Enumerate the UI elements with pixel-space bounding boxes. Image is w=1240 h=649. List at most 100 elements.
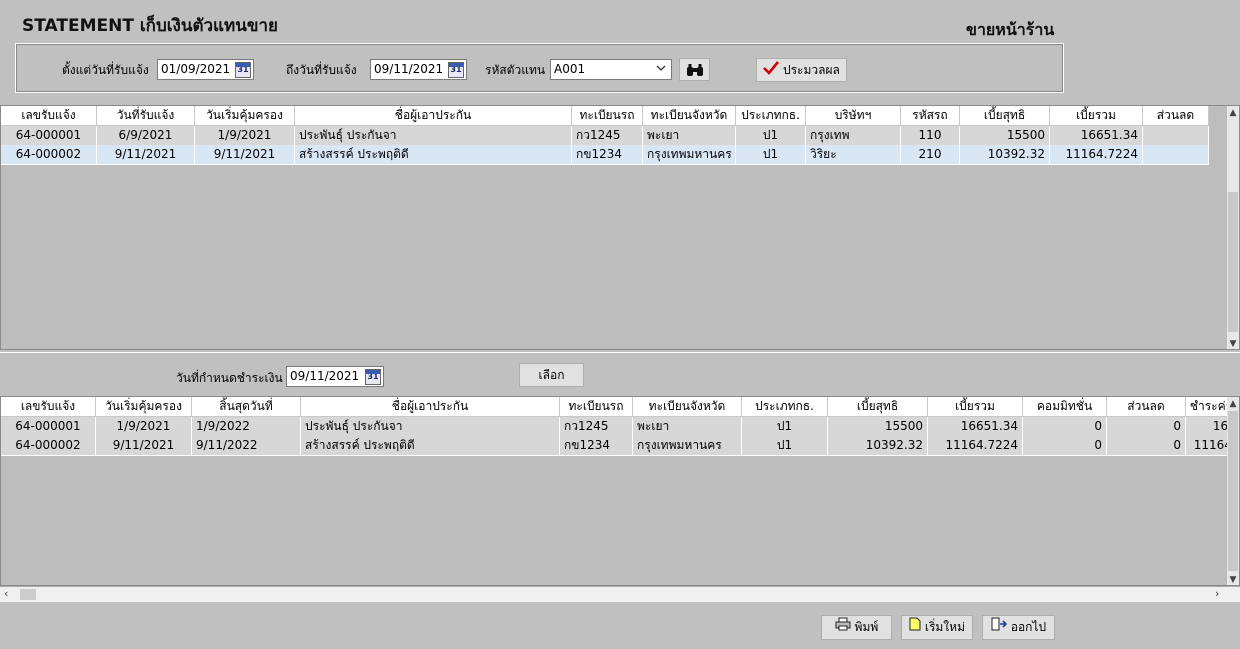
column-header[interactable]: เบี้ยรวม [1050,106,1143,126]
table-cell: 10392.32 [828,436,928,456]
due-date-value: 09/11/2021 [290,369,360,383]
vertical-scrollbar[interactable]: ▲ ▼ [1227,397,1239,585]
from-date-value: 01/09/2021 [161,62,231,76]
agent-code-label: รหัสตัวแทน [485,63,546,77]
exit-door-icon [991,616,1008,639]
table-cell: 11164.7224 [928,436,1023,456]
table-row[interactable]: 64-000001 1/9/2021 1/9/2022 ประพันธุ์ ประกั… [1,417,1239,437]
table-cell: สร้างสรรค์ ประพฤติดี [295,145,572,165]
vertical-scrollbar[interactable]: ▲ ▼ [1227,106,1239,349]
scroll-thumb[interactable] [1228,192,1238,332]
process-button[interactable]: ประมวลผล [756,58,847,82]
notification-grid[interactable]: เลขรับแจ้ง วันที่รับแจ้ง วันเริ่มคุ้มครองช… [0,105,1240,350]
chevron-down-icon[interactable] [653,62,669,77]
checkmark-icon [763,60,780,82]
agent-code-combo[interactable]: A001 [550,59,672,80]
table-cell: 10392.32 [960,145,1050,165]
column-header[interactable]: บริษัทฯ [806,106,901,126]
calendar-icon[interactable]: 31 [365,369,381,385]
due-date-label: วันที่กำหนดชำระเงิน [176,371,283,385]
table-cell: กว1245 [572,126,643,146]
column-header[interactable]: เลขรับแจ้ง [1,106,97,126]
column-header[interactable]: ประเภทกธ. [742,397,828,417]
chevron-down-icon[interactable]: ▼ [1227,337,1239,349]
column-header[interactable]: ส่วนลด [1107,397,1186,417]
table-cell: ประพันธุ์ ประกันจา [295,126,572,146]
to-date-field[interactable]: 09/11/2021 31 [370,59,467,80]
table-cell: 11164.7224 [1050,145,1143,165]
printer-icon [835,616,851,639]
column-header[interactable]: ทะเบียนจังหวัด [643,106,736,126]
from-date-field[interactable]: 01/09/2021 31 [157,59,254,80]
chevron-up-icon[interactable]: ▲ [1227,106,1239,120]
column-header[interactable]: สิ้นสุดวันที่ [192,397,301,417]
binoculars-icon [686,64,704,80]
from-date-label: ตั้งแต่วันที่รับแจ้ง [62,63,149,77]
exit-label: ออกไป [1010,620,1047,634]
exit-button[interactable]: ออกไป [982,615,1055,640]
chevron-left-icon[interactable]: ‹ [4,587,8,600]
column-header[interactable]: วันเริ่มคุ้มครอง [96,397,192,417]
column-header[interactable]: ทะเบียนรถ [572,106,643,126]
table-cell: กรุงเทพ [806,126,901,146]
due-date-field[interactable]: 09/11/2021 31 [286,366,384,387]
table-cell: 64-000002 [1,145,97,165]
column-header[interactable]: ชื่อผู้เอาประกัน [301,397,560,417]
table-cell: ป1 [736,126,806,146]
table-cell: 9/11/2021 [195,145,295,165]
search-agent-button[interactable] [679,58,710,81]
divider [0,352,1240,353]
column-header[interactable]: ทะเบียนจังหวัด [633,397,742,417]
table-row[interactable]: 64-000002 9/11/2021 9/11/2022 สร้างสรรค์ ปร… [1,436,1239,456]
table-row[interactable]: 64-000001 6/9/2021 1/9/2021 ประพันธุ์ ประกั… [1,126,1209,146]
grid-header: เลขรับแจ้ง วันที่รับแจ้ง วันเริ่มคุ้มครองช… [1,106,1209,126]
chevron-right-icon[interactable]: › [1215,587,1219,600]
column-header[interactable]: เลขรับแจ้ง [1,397,96,417]
mode-label: ขายหน้าร้าน [966,20,1055,39]
table-cell: ประพันธุ์ ประกันจา [301,417,560,437]
table-cell [1143,145,1209,165]
table-cell: 9/11/2021 [96,436,192,456]
table-cell: กว1245 [560,417,633,437]
column-header[interactable]: รหัสรถ [901,106,960,126]
table-cell: 0 [1107,417,1186,437]
table-cell: ป1 [742,417,828,437]
column-header[interactable]: เบี้ยสุทธิ [960,106,1050,126]
new-button[interactable]: เริ่มใหม่ [901,615,973,640]
column-header[interactable]: ประเภทกธ. [736,106,806,126]
column-header[interactable]: วันเริ่มคุ้มครอง [195,106,295,126]
select-button[interactable]: เลือก [519,363,584,387]
print-label: พิมพ์ [854,620,879,634]
table-cell: 0 [1107,436,1186,456]
print-button[interactable]: พิมพ์ [821,615,892,640]
table-cell: 9/11/2022 [192,436,301,456]
column-header[interactable]: คอมมิทชั่น [1023,397,1107,417]
table-cell: วิริยะ [806,145,901,165]
table-cell: 64-000001 [1,126,97,146]
chevron-up-icon[interactable]: ▲ [1227,397,1239,411]
scroll-thumb[interactable] [1228,411,1238,571]
table-cell: สร้างสรรค์ ประพฤติดี [301,436,560,456]
horizontal-scrollbar[interactable]: ‹ › [0,586,1240,602]
agent-code-value: A001 [554,62,586,76]
table-row[interactable]: 64-000002 9/11/2021 9/11/2021 สร้างสรรค์ ปร… [1,145,1209,165]
to-date-label: ถึงวันที่รับแจ้ง [286,63,357,77]
statement-grid[interactable]: เลขรับแจ้ง วันเริ่มคุ้มครอง สิ้นสุดวันที่ช… [0,396,1240,586]
table-cell: กข1234 [572,145,643,165]
table-cell: 0 [1023,436,1107,456]
page-title: STATEMENT เก็บเงินตัวแทนขาย [22,16,278,36]
column-header[interactable]: เบี้ยสุทธิ [828,397,928,417]
table-cell: 64-000001 [1,417,96,437]
scroll-thumb[interactable] [20,589,36,600]
calendar-icon[interactable]: 31 [235,62,251,78]
new-document-icon [909,616,921,639]
column-header[interactable]: ทะเบียนรถ [560,397,633,417]
table-cell: 1/9/2021 [96,417,192,437]
grid-header: เลขรับแจ้ง วันเริ่มคุ้มครอง สิ้นสุดวันที่ช… [1,397,1239,417]
column-header[interactable]: ชื่อผู้เอาประกัน [295,106,572,126]
calendar-icon[interactable]: 31 [448,62,464,78]
chevron-down-icon[interactable]: ▼ [1227,573,1239,585]
column-header[interactable]: ส่วนลด [1143,106,1209,126]
column-header[interactable]: เบี้ยรวม [928,397,1023,417]
column-header[interactable]: วันที่รับแจ้ง [97,106,195,126]
